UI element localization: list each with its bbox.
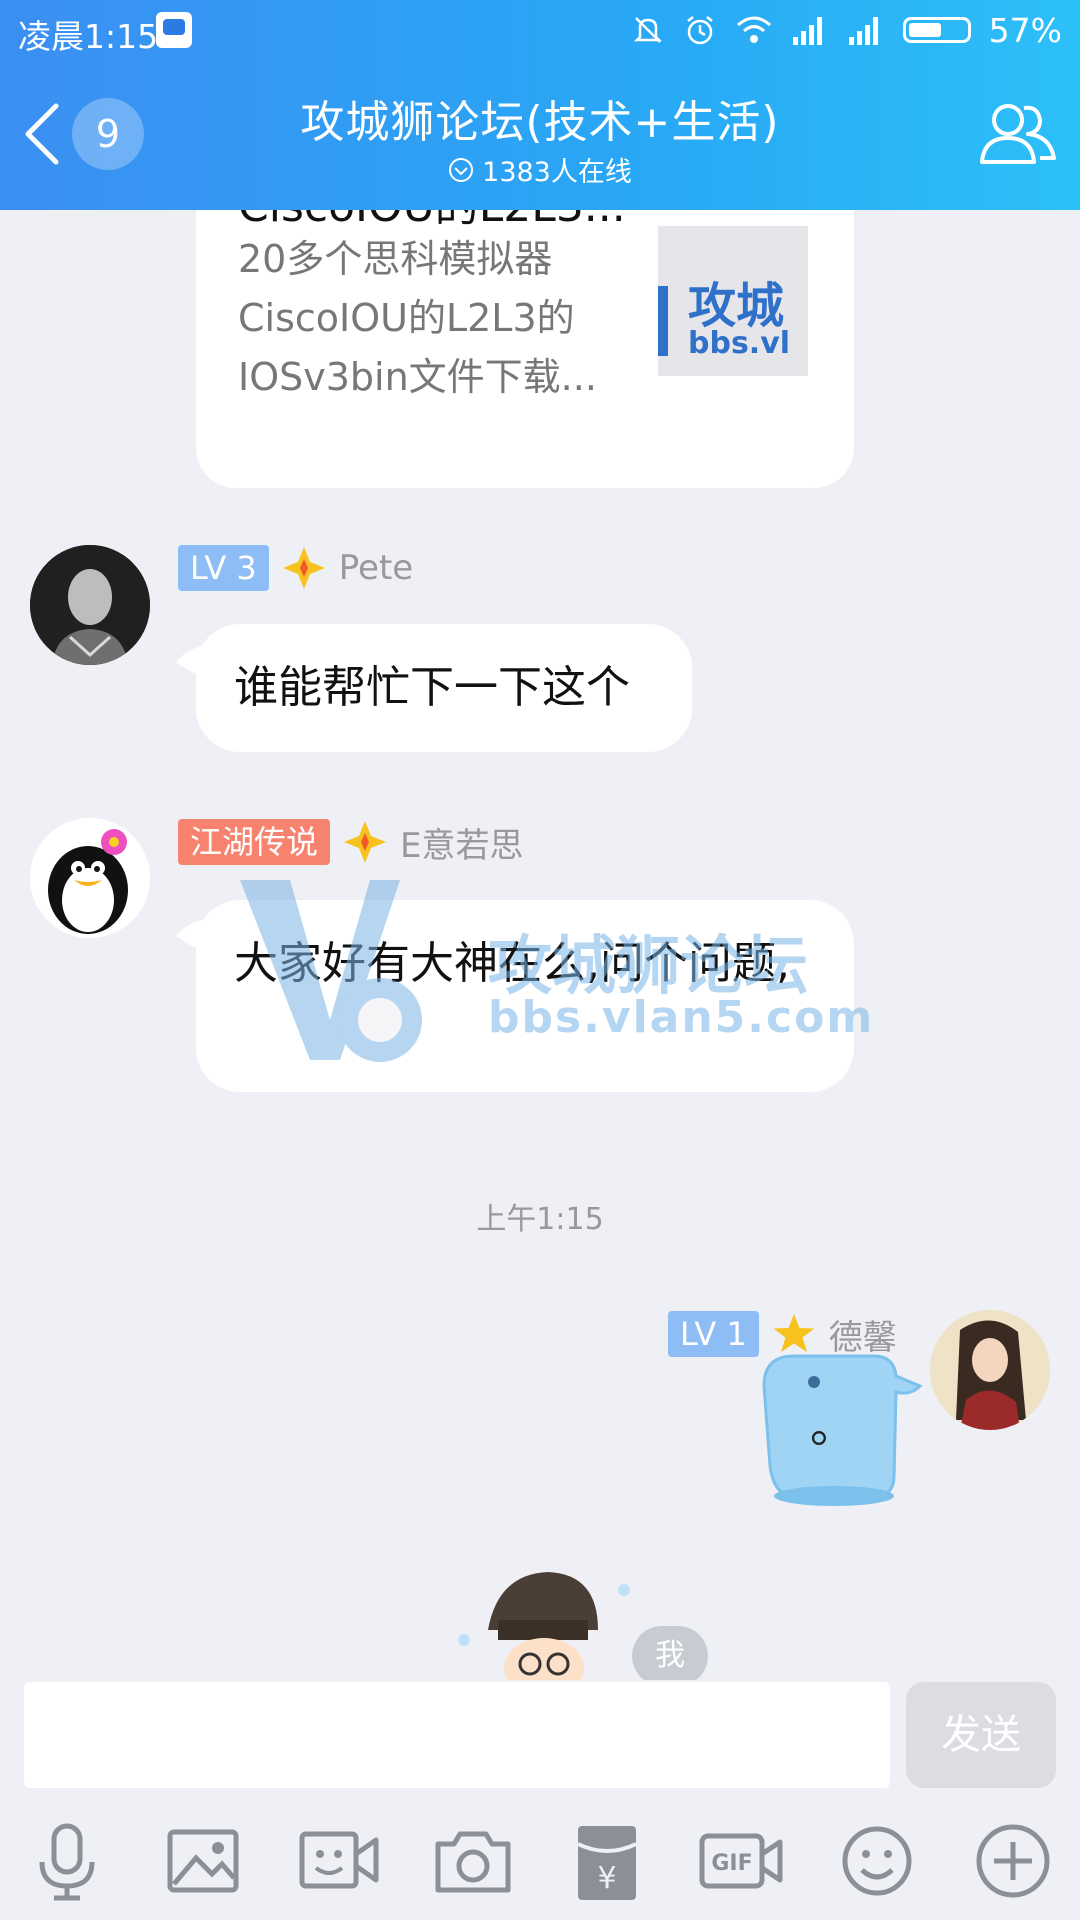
gif-icon[interactable]: GIF bbox=[698, 1818, 784, 1904]
video-call-icon[interactable] bbox=[296, 1818, 382, 1904]
back-button[interactable] bbox=[18, 98, 66, 170]
sender-name: Pete bbox=[338, 548, 414, 588]
app-notification-icon bbox=[156, 12, 192, 48]
anime-avatar bbox=[930, 1310, 1050, 1430]
emoji-icon[interactable] bbox=[834, 1818, 920, 1904]
level-badge: LV 3 bbox=[178, 545, 269, 591]
link-card-desc-line: CiscoIOU的L2L3的 bbox=[238, 296, 575, 340]
blue-creature-sticker[interactable]: 。 bbox=[734, 1346, 924, 1516]
page-title: 攻城狮论坛(技术+生活) bbox=[300, 97, 780, 148]
user-photo-avatar bbox=[30, 545, 150, 665]
sticker-text: 。 bbox=[810, 1399, 856, 1453]
microphone-icon[interactable] bbox=[24, 1818, 110, 1904]
title-badge: 江湖传说 bbox=[178, 819, 331, 865]
thumbnail-url: bbs.vl bbox=[688, 326, 791, 361]
signal-icon bbox=[792, 17, 822, 45]
sender-meta: LV 3 Pete bbox=[178, 544, 413, 592]
message-text: 谁能帮忙下一下这个 bbox=[234, 662, 630, 713]
character-sticker[interactable] bbox=[448, 1570, 638, 1680]
status-time: 凌晨1:15 bbox=[18, 17, 159, 56]
sender-name: E意若思 bbox=[400, 825, 524, 866]
online-count-text: 1383人在线 bbox=[482, 157, 632, 188]
star-icon bbox=[282, 547, 325, 589]
group-members-icon[interactable] bbox=[978, 98, 1058, 170]
camera-icon[interactable] bbox=[430, 1818, 516, 1904]
partial-message-bubble: 我 bbox=[632, 1626, 708, 1680]
wifi-icon bbox=[736, 16, 771, 43]
sender-meta: 江湖传说 E意若思 bbox=[178, 818, 524, 866]
online-count: 1383人在线 bbox=[380, 150, 700, 189]
penguin-avatar bbox=[30, 818, 150, 938]
red-packet-icon[interactable]: ¥ bbox=[564, 1818, 650, 1904]
mute-bell-icon bbox=[633, 17, 662, 43]
message-list[interactable]: CiscoIOU的L2L3... 20多个思科模拟器 CiscoIOU的L2L3… bbox=[0, 210, 1080, 1680]
avatar[interactable] bbox=[30, 545, 150, 665]
thumbnail-logo-bar bbox=[658, 286, 668, 356]
link-card-desc-line: 20多个思科模拟器 bbox=[238, 237, 553, 281]
svg-text:GIF: GIF bbox=[711, 1851, 752, 1876]
message-bubble[interactable]: 大家好有大神在么,问个问题, bbox=[196, 900, 854, 1092]
status-bar: 凌晨1:15 57% bbox=[0, 0, 1080, 62]
battery-level bbox=[908, 23, 941, 37]
status-icons: 57% bbox=[631, 10, 1062, 50]
input-toolbar: ¥ GIF bbox=[0, 1818, 1080, 1904]
link-card-thumbnail: 攻城 bbs.vl bbox=[658, 226, 808, 376]
signal-icon-2 bbox=[848, 17, 878, 45]
link-card[interactable]: CiscoIOU的L2L3... 20多个思科模拟器 CiscoIOU的L2L3… bbox=[196, 210, 854, 488]
link-card-description: 20多个思科模拟器 CiscoIOU的L2L3的 IOSv3bin文件下载... bbox=[238, 230, 628, 407]
input-bar: 发送 ¥ GIF bbox=[0, 1680, 1080, 1920]
send-button[interactable]: 发送 bbox=[906, 1682, 1056, 1788]
battery-icon bbox=[902, 17, 971, 43]
alarm-icon bbox=[686, 16, 713, 45]
unread-count-badge[interactable]: 9 bbox=[72, 98, 144, 170]
svg-text:¥: ¥ bbox=[597, 1861, 616, 1896]
battery-percent: 57% bbox=[988, 10, 1062, 50]
message-bubble[interactable]: 谁能帮忙下一下这个 bbox=[196, 624, 692, 752]
image-icon[interactable] bbox=[160, 1818, 246, 1904]
plus-icon[interactable] bbox=[970, 1818, 1056, 1904]
chat-header: 凌晨1:15 57% 9 攻城狮论坛(技术+生活) 1383人在线 bbox=[0, 0, 1080, 210]
message-input[interactable] bbox=[24, 1682, 890, 1788]
star-icon bbox=[344, 821, 387, 863]
avatar[interactable] bbox=[930, 1310, 1050, 1430]
message-text: 大家好有大神在么,问个问题, bbox=[234, 938, 790, 989]
link-card-desc-line: IOSv3bin文件下载... bbox=[238, 355, 597, 399]
online-check-icon bbox=[449, 157, 474, 182]
avatar[interactable] bbox=[30, 818, 150, 938]
message-timestamp: 上午1:15 bbox=[476, 1202, 604, 1237]
